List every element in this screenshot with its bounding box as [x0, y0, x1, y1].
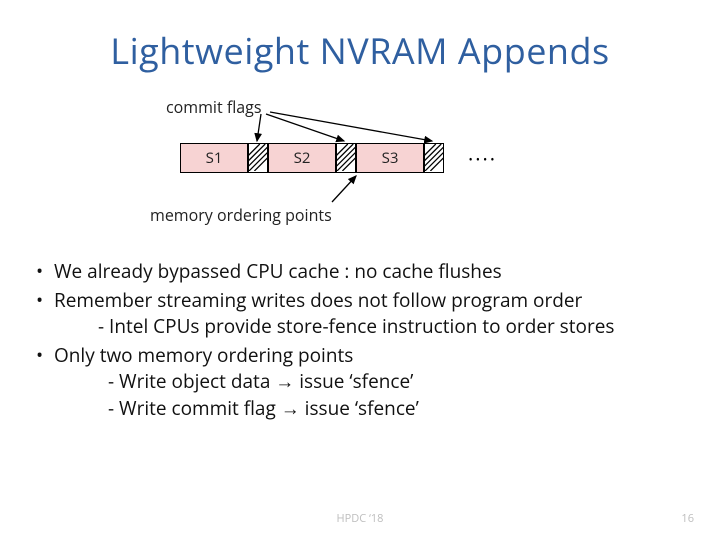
segment-s1: S1: [180, 143, 248, 173]
ellipsis: ····: [468, 145, 497, 172]
bullet-2-sub: - Intel CPUs provide store-fence instruc…: [54, 313, 700, 340]
hatch-icon: [249, 144, 267, 171]
bullet-3-bold: two memory ordering points: [100, 342, 354, 368]
hatch-icon: [337, 144, 355, 171]
label-memory-ordering: memory ordering points: [150, 204, 332, 226]
hatch-icon: [425, 144, 443, 171]
bullet-1: We already bypassed CPU cache : no cache…: [30, 258, 700, 285]
segment-s3: S3: [356, 143, 424, 173]
bullet-2: Remember streaming writes does not follo…: [30, 287, 700, 340]
commit-flag-3: [424, 143, 444, 173]
slide: Lightweight NVRAM Appends commit flags S…: [0, 0, 720, 540]
slide-title: Lightweight NVRAM Appends: [0, 26, 720, 75]
bullet-1-text: We already bypassed CPU cache :: [54, 258, 354, 284]
commit-flag-1: [248, 143, 268, 173]
segment-strip: S1 S2: [180, 143, 540, 173]
bullet-3-pre: Only: [54, 342, 100, 368]
bullet-2-text: Remember streaming writes does not follo…: [54, 287, 582, 313]
bullet-3-sub2: - Write commit flag → issue ‘sfence’: [54, 395, 700, 422]
label-commit-flags: commit flags: [166, 96, 261, 118]
footer-page-number: 16: [681, 511, 694, 526]
commit-flag-2: [336, 143, 356, 173]
bullet-3: Only two memory ordering points - Write …: [30, 342, 700, 422]
footer-conference: HPDC ‘18: [0, 511, 720, 526]
bullet-1-bold: no cache flushes: [354, 258, 501, 284]
segment-s2: S2: [268, 143, 336, 173]
body-bullets: We already bypassed CPU cache : no cache…: [30, 258, 700, 424]
bullet-3-sub1: - Write object data → issue ‘sfence’: [54, 368, 700, 395]
